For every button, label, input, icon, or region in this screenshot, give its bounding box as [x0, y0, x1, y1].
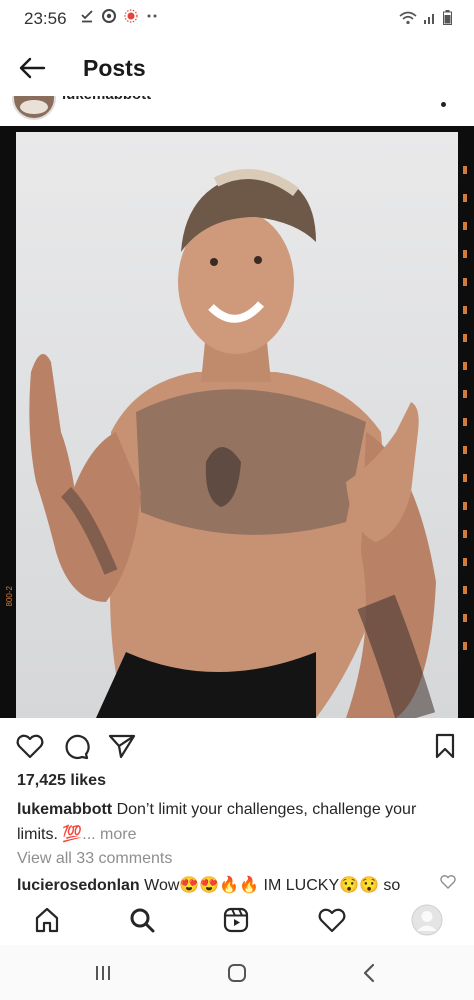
tab-activity[interactable]	[315, 903, 349, 937]
page-title: Posts	[83, 55, 146, 81]
chrome-icon	[102, 9, 116, 23]
caption-username[interactable]: lukemabbott	[17, 801, 112, 818]
heart-outline-icon	[318, 908, 346, 933]
recent-apps-button[interactable]	[88, 962, 118, 984]
more-notifications-icon	[147, 14, 157, 18]
photo-content	[16, 132, 458, 718]
home-icon	[35, 907, 59, 933]
app-bar: Posts	[0, 40, 474, 96]
bookmark-icon	[435, 733, 455, 759]
share-button[interactable]	[106, 730, 138, 762]
comment-username[interactable]: lucierosedonlan	[17, 877, 140, 894]
status-system-icons	[399, 10, 452, 25]
tab-home[interactable]	[30, 903, 64, 937]
signal-icon	[424, 14, 434, 24]
likes-count[interactable]: 17,425 likes	[17, 772, 106, 790]
post-author-username[interactable]: lukemabbott	[62, 96, 151, 103]
post-actions	[0, 726, 474, 766]
arrow-left-icon	[19, 57, 46, 79]
status-bar: 23:56	[0, 0, 474, 38]
view-all-comments-link[interactable]: View all 33 comments	[17, 850, 172, 868]
post-photo[interactable]: 800-2	[0, 126, 474, 718]
comment-button[interactable]	[60, 730, 92, 762]
home-square-icon	[228, 964, 246, 982]
comment-preview: lucierosedonlan Wow😍😍🔥🔥 IM LUCKY😯😯 so	[17, 875, 417, 895]
bottom-tab-bar	[0, 895, 474, 945]
wifi-icon	[399, 11, 417, 24]
tab-search[interactable]	[125, 903, 159, 937]
back-button[interactable]	[14, 52, 50, 84]
recent-apps-icon	[96, 966, 110, 980]
like-button[interactable]	[14, 730, 46, 762]
comment-like-button[interactable]	[440, 874, 456, 890]
person-illustration	[29, 169, 436, 718]
post-author-avatar[interactable]	[12, 96, 56, 120]
reels-icon	[223, 907, 249, 933]
comment-icon	[65, 734, 90, 760]
small-heart-icon	[440, 875, 456, 889]
download-done-icon	[81, 10, 93, 23]
recording-icon	[124, 9, 138, 23]
send-icon	[108, 734, 136, 759]
search-icon	[130, 908, 155, 933]
back-nav-button[interactable]	[354, 962, 384, 984]
profile-avatar-icon	[411, 904, 443, 936]
system-nav-bar	[0, 945, 474, 1000]
caption-more-link[interactable]: ... more	[82, 826, 136, 843]
film-edge-label: 800-2	[5, 586, 14, 607]
tab-profile[interactable]	[410, 903, 444, 937]
tab-reels[interactable]	[219, 903, 253, 937]
home-button[interactable]	[222, 962, 252, 984]
post-header: lukemabbott	[0, 96, 474, 122]
film-edge-marks	[460, 166, 470, 686]
more-options-icon[interactable]	[441, 102, 446, 107]
heart-icon	[16, 734, 44, 759]
status-time: 23:56	[24, 9, 67, 28]
post-caption: lukemabbott Don’t limit your challenges,…	[17, 797, 457, 847]
save-button[interactable]	[429, 730, 461, 762]
comment-text: Wow😍😍🔥🔥 IM LUCKY😯😯 so	[139, 877, 401, 894]
status-notification-icons	[80, 9, 158, 23]
battery-icon	[443, 10, 452, 25]
chevron-left-icon	[363, 963, 375, 983]
